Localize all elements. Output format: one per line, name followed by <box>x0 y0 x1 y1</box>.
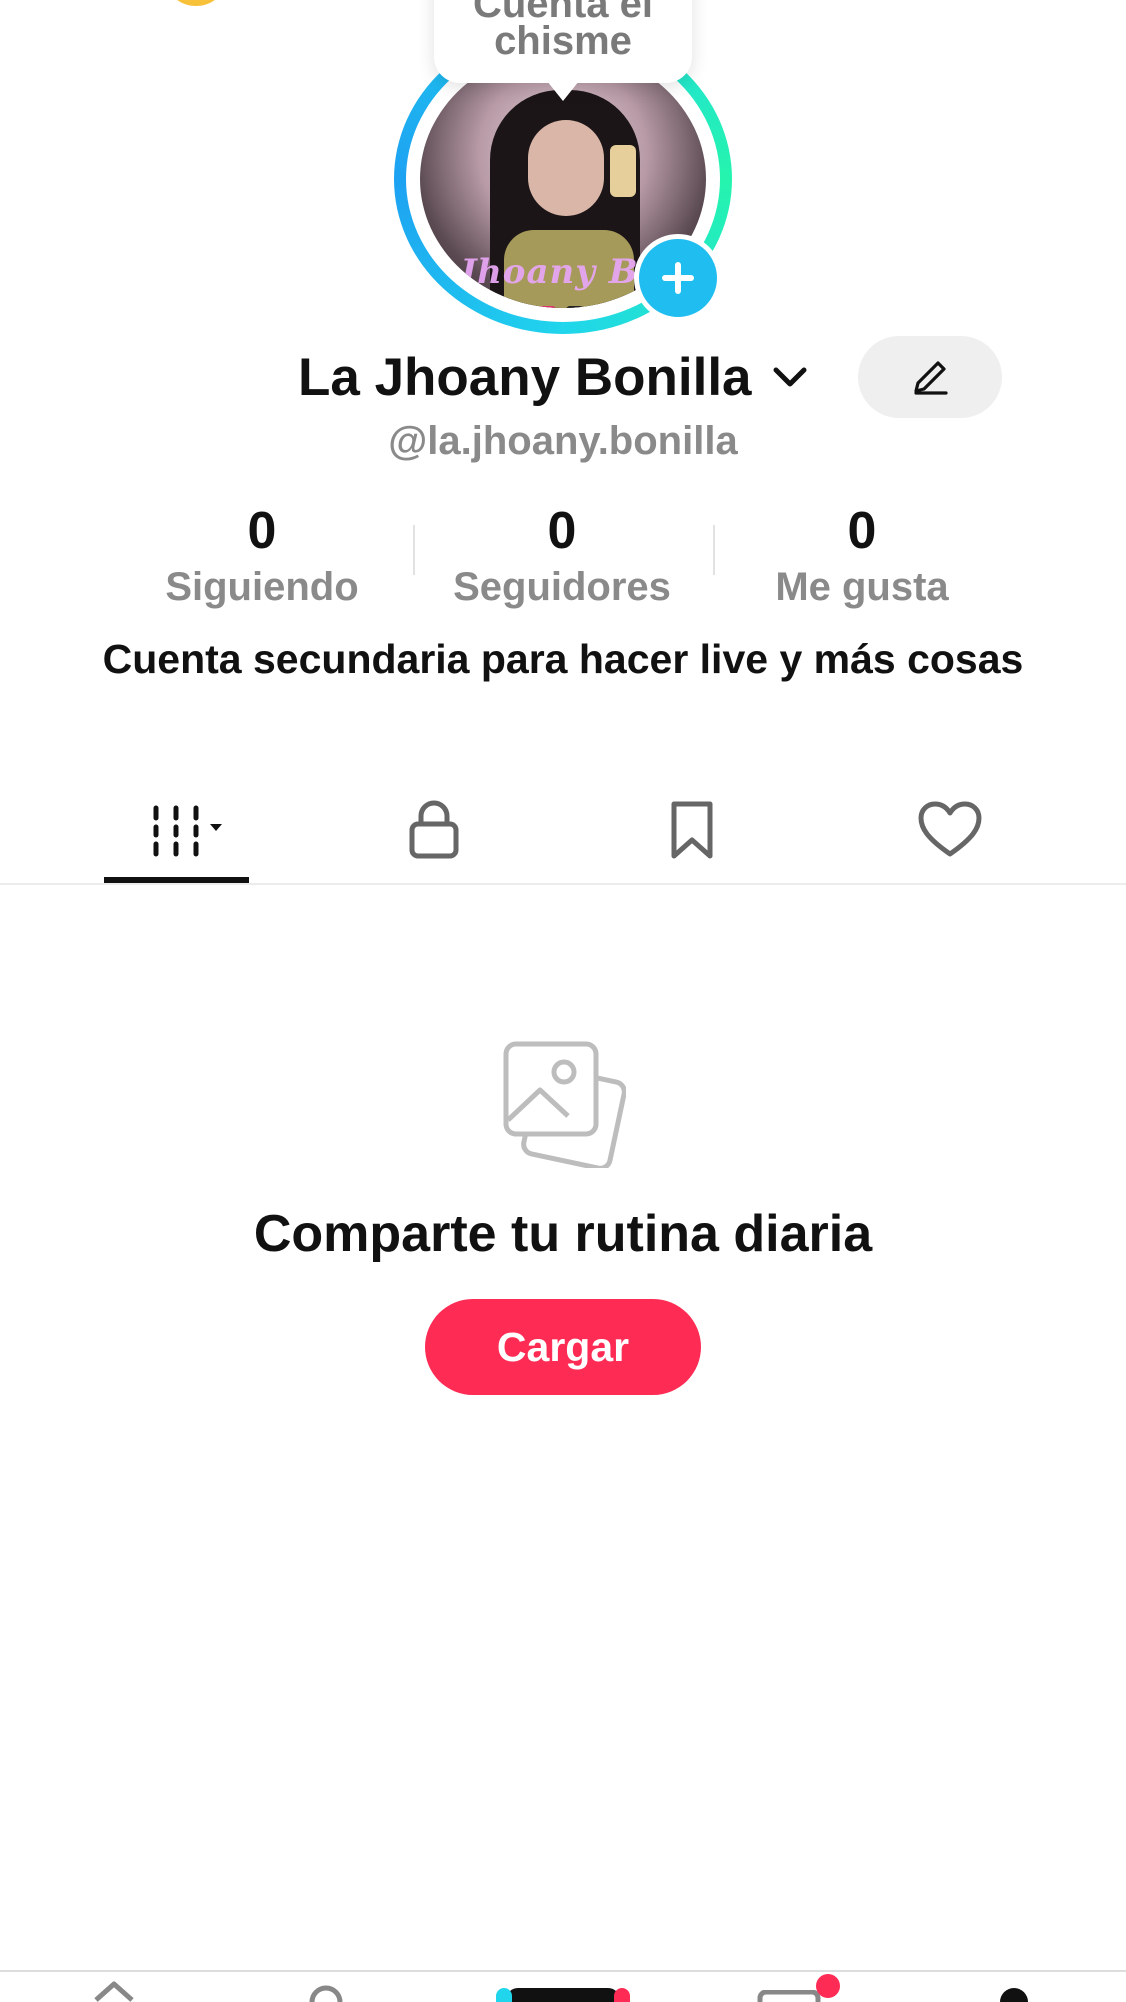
inbox-icon[interactable] <box>756 1990 822 2002</box>
home-icon[interactable] <box>92 1978 136 2002</box>
stat-followers-label: Seguidores <box>453 565 671 609</box>
chevron-down-icon[interactable] <box>770 362 810 392</box>
tab-videos[interactable] <box>106 780 246 880</box>
stat-following-label: Siguiendo <box>165 565 359 609</box>
avatar-social-icons <box>510 306 622 308</box>
note-bubble[interactable]: Cuenta el chisme <box>434 0 692 101</box>
upload-button[interactable]: Cargar <box>425 1299 701 1395</box>
avatar-watermark: Jhoany Bo <box>460 252 663 292</box>
plus-icon <box>662 262 694 294</box>
profile-bio: Cuenta secundaria para hacer live y más … <box>102 636 1024 682</box>
tab-liked[interactable] <box>880 780 1020 880</box>
stat-following-value: 0 <box>247 502 277 560</box>
stat-likes[interactable]: 0 Me gusta <box>712 498 1012 610</box>
heart-icon <box>918 801 982 857</box>
notification-dot <box>816 1974 840 1998</box>
photo-stack-icon <box>503 1041 626 1168</box>
emoji-icon <box>168 0 224 6</box>
note-text-line2: chisme <box>494 19 632 63</box>
display-name: La Jhoany Bonilla <box>298 348 752 407</box>
stat-followers[interactable]: 0 Seguidores <box>412 498 712 610</box>
stat-likes-value: 0 <box>847 502 877 560</box>
search-icon[interactable] <box>306 1978 346 2002</box>
bookmark-icon <box>671 801 713 859</box>
tab-private[interactable] <box>364 780 504 880</box>
add-story-button[interactable] <box>634 234 722 322</box>
pencil-icon <box>914 361 948 395</box>
profile-icon[interactable] <box>998 1986 1030 2002</box>
videos-grid-icon <box>153 805 222 857</box>
stat-followers-value: 0 <box>547 502 577 560</box>
tab-divider <box>0 883 1126 885</box>
tab-saved[interactable] <box>622 780 762 880</box>
username: @la.jhoany.bonilla <box>388 419 738 463</box>
empty-state-title: Comparte tu rutina diaria <box>253 1205 873 1263</box>
bottom-nav-divider <box>0 1970 1126 1972</box>
stat-likes-label: Me gusta <box>775 565 949 609</box>
edit-profile-button[interactable] <box>858 336 1002 418</box>
lock-icon <box>409 800 459 859</box>
stat-following[interactable]: 0 Siguiendo <box>112 498 412 610</box>
create-icon[interactable] <box>496 1986 630 2002</box>
